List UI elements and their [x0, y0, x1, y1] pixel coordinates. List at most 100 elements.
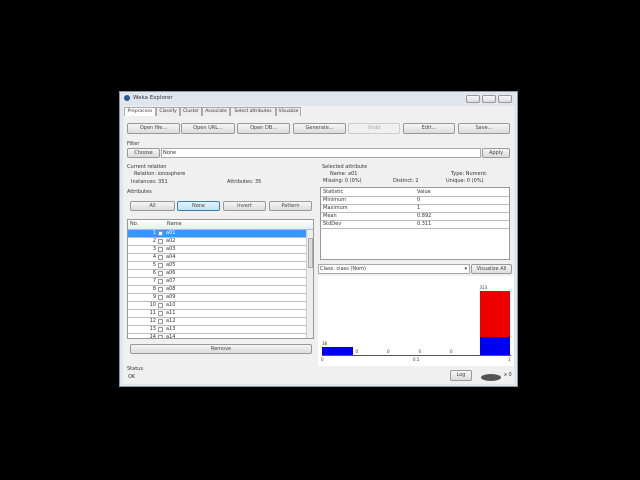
table-row[interactable]: 13 a13	[128, 326, 313, 334]
stat-name: Maximum	[323, 205, 348, 211]
select-none-button[interactable]: None	[177, 201, 220, 211]
edit-button[interactable]: Edit...	[403, 123, 455, 134]
attribute-missing: Missing: 0 (0%)	[323, 178, 362, 184]
col-value-header[interactable]: Value	[417, 189, 431, 196]
axis-label-min: 0	[321, 357, 324, 362]
stat-value: 1	[417, 205, 421, 211]
row-number: 6	[152, 270, 156, 276]
row-checkbox[interactable]	[158, 295, 163, 300]
attribute-name-cell: a13	[166, 326, 176, 332]
select-all-button[interactable]: All	[130, 201, 175, 211]
tab-preprocess[interactable]: Preprocess	[124, 107, 156, 116]
row-checkbox[interactable]	[158, 303, 163, 308]
attribute-name-cell: a01	[166, 230, 176, 236]
window-title: Weka Explorer	[133, 95, 173, 101]
row-checkbox[interactable]	[158, 263, 163, 268]
tab-visualize[interactable]: Visualize	[276, 107, 301, 116]
row-checkbox[interactable]	[158, 271, 163, 276]
generate-button[interactable]: Generate...	[293, 123, 346, 134]
table-row[interactable]: 3 a03	[128, 246, 313, 254]
status-text: OK	[128, 374, 136, 380]
table-row[interactable]: 10 a10	[128, 302, 313, 310]
filter-field[interactable]: None	[161, 148, 481, 158]
col-name-header[interactable]: Name	[167, 221, 182, 228]
selected-attribute-title: Selected attribute	[322, 164, 368, 170]
table-row[interactable]: 11 a11	[128, 310, 313, 318]
row-checkbox[interactable]	[158, 327, 163, 332]
row-checkbox[interactable]	[158, 287, 163, 292]
table-row[interactable]: 9 a09	[128, 294, 313, 302]
log-button[interactable]: Log	[450, 370, 472, 381]
table-row[interactable]: 7 a07	[128, 278, 313, 286]
row-number: 2	[152, 238, 156, 244]
table-row[interactable]: 5 a05	[128, 262, 313, 270]
open-file-button[interactable]: Open file...	[127, 123, 180, 134]
attributes-count: Attributes: 35	[227, 179, 262, 185]
table-row[interactable]: 14 a14	[128, 334, 313, 339]
row-checkbox[interactable]	[158, 319, 163, 324]
row-number: 3	[152, 246, 156, 252]
col-statistic-header[interactable]: Statistic	[323, 189, 343, 196]
table-row[interactable]: 4 a04	[128, 254, 313, 262]
undo-button[interactable]: Undo	[348, 123, 400, 134]
filter-label: Filter	[127, 141, 140, 147]
invert-selection-button[interactable]: Invert	[223, 201, 266, 211]
stat-value: 0	[417, 197, 421, 203]
attribute-name-cell: a02	[166, 238, 176, 244]
tab-select-attributes[interactable]: Select attributes	[230, 107, 276, 116]
row-number: 14	[149, 334, 156, 339]
open-url-button[interactable]: Open URL...	[181, 123, 235, 134]
choose-filter-button[interactable]: Choose	[127, 148, 160, 158]
attributes-title: Attributes	[127, 189, 152, 195]
attribute-name-cell: a04	[166, 254, 176, 260]
bin-count-label: 0	[450, 349, 453, 354]
histogram: 38 0 0 0 0 313 0 0.5 1	[318, 276, 514, 366]
save-button[interactable]: Save...	[458, 123, 510, 134]
table-row[interactable]: 1 a01	[128, 230, 313, 238]
stat-value: 0.892	[417, 213, 432, 219]
table-row[interactable]: 6 a06	[128, 270, 313, 278]
row-checkbox[interactable]	[158, 255, 163, 260]
class-select[interactable]: Class: class (Nom) ▾	[318, 264, 470, 274]
histogram-bar-red	[479, 291, 510, 337]
row-checkbox[interactable]	[158, 247, 163, 252]
close-button[interactable]	[498, 95, 512, 103]
attribute-distinct: Distinct: 2	[393, 178, 419, 184]
maximize-button[interactable]	[482, 95, 496, 103]
table-header: No. Name	[128, 220, 313, 230]
pattern-button[interactable]: Pattern	[269, 201, 312, 211]
bin-count-label: 0	[355, 349, 359, 354]
bin-count-label: 38	[322, 341, 328, 347]
chevron-down-icon: ▾	[464, 266, 467, 272]
table-row[interactable]: 12 a12	[128, 318, 313, 326]
remove-button[interactable]: Remove	[130, 344, 312, 354]
table-row[interactable]: 8 a08	[128, 286, 313, 294]
relation-name: Relation: ionosphere	[134, 171, 186, 177]
row-number: 1	[152, 230, 156, 236]
row-checkbox[interactable]	[158, 311, 163, 316]
stat-name: StdDev	[323, 221, 342, 227]
stat-value: 0.311	[417, 221, 432, 227]
apply-filter-button[interactable]: Apply	[482, 148, 510, 158]
status-title: Status	[127, 366, 143, 372]
row-number: 10	[149, 302, 156, 308]
attribute-name-cell: a03	[166, 246, 176, 252]
tab-associate[interactable]: Associate	[202, 107, 230, 116]
visualize-all-button[interactable]: Visualize All	[471, 264, 512, 274]
attribute-name-cell: a05	[166, 262, 176, 268]
tab-classify[interactable]: Classify	[156, 107, 180, 116]
col-no-header[interactable]: No.	[130, 221, 138, 228]
axis-label-mid: 0.5	[413, 357, 420, 362]
row-checkbox[interactable]	[158, 239, 163, 244]
stats-row: StdDev 0.311	[321, 221, 509, 229]
attributes-scrollbar[interactable]	[306, 230, 313, 338]
bin-count-label: 313	[479, 285, 488, 290]
row-checkbox[interactable]	[158, 335, 163, 338]
row-checkbox[interactable]	[158, 231, 163, 236]
open-db-button[interactable]: Open DB...	[237, 123, 290, 134]
tab-cluster[interactable]: Cluster	[180, 107, 202, 116]
table-row[interactable]: 2 a02	[128, 238, 313, 246]
stats-row: Mean 0.892	[321, 213, 509, 221]
row-checkbox[interactable]	[158, 279, 163, 284]
minimize-button[interactable]	[466, 95, 480, 103]
